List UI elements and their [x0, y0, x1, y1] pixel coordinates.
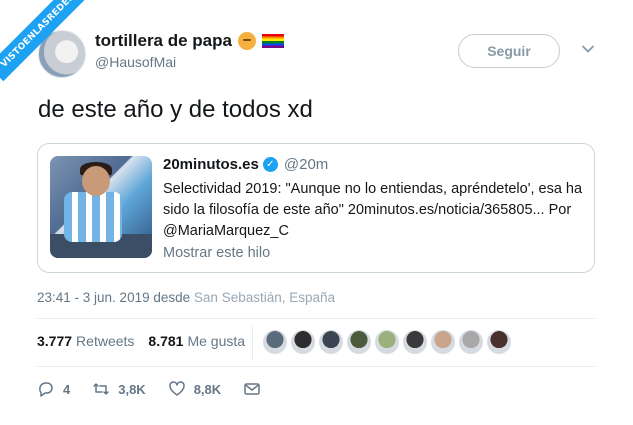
like-count: 8,8K	[193, 381, 222, 397]
quoted-tweet-header: 20minutos.es ✓ @20m	[163, 156, 328, 173]
liker-avatar[interactable]	[263, 330, 287, 354]
thinking-face-icon	[237, 32, 256, 50]
timestamp[interactable]: 23:41 - 3 jun. 2019	[37, 290, 150, 305]
like-action[interactable]: 8,8K	[168, 380, 221, 398]
tweet-text: de este año y de todos xd	[38, 96, 313, 123]
liker-avatar[interactable]	[375, 330, 399, 354]
retweet-action[interactable]: 3,8K	[92, 380, 146, 398]
chevron-down-icon[interactable]	[581, 42, 595, 56]
divider	[37, 318, 595, 319]
liker-avatar[interactable]	[347, 330, 371, 354]
direct-message-action[interactable]	[243, 380, 261, 398]
heart-icon	[168, 381, 185, 396]
show-thread-link[interactable]: Mostrar este hilo	[163, 245, 270, 261]
reply-icon	[39, 382, 53, 397]
retweet-icon	[93, 383, 109, 395]
liker-avatars	[263, 330, 511, 354]
engagement-stats: 3.777 Retweets 8.781 Me gusta	[37, 333, 245, 349]
rainbow-flag-icon	[261, 34, 284, 48]
location-link[interactable]: San Sebastián, España	[194, 290, 335, 305]
liker-avatar[interactable]	[487, 330, 511, 354]
liker-avatar[interactable]	[431, 330, 455, 354]
tweet-metadata: 23:41 - 3 jun. 2019 desde San Sebastián,…	[37, 290, 335, 305]
envelope-icon	[244, 383, 260, 395]
liker-avatar[interactable]	[319, 330, 343, 354]
verified-badge-icon: ✓	[262, 157, 278, 172]
user-header: tortillera de papa @HausofMai	[95, 31, 284, 70]
tweet-actions: 4 3,8K 8,8K	[37, 380, 283, 398]
stats-separator	[252, 325, 253, 360]
quoted-display-name[interactable]: 20minutos.es	[163, 156, 259, 173]
from-label: desde	[153, 290, 191, 305]
reply-count: 4	[63, 381, 71, 397]
quoted-tweet-image	[50, 156, 152, 258]
user-handle[interactable]: @HausofMai	[95, 54, 284, 70]
display-name[interactable]: tortillera de papa	[95, 31, 232, 51]
liker-avatar[interactable]	[459, 330, 483, 354]
likes-stat[interactable]: 8.781 Me gusta	[148, 333, 245, 349]
quoted-tweet-text: Selectividad 2019: "Aunque no lo entiend…	[163, 181, 583, 239]
quoted-handle[interactable]: @20m	[284, 156, 328, 173]
display-name-row[interactable]: tortillera de papa	[95, 31, 284, 51]
reply-action[interactable]: 4	[37, 380, 70, 398]
follow-button[interactable]: Seguir	[458, 34, 560, 68]
liker-avatar[interactable]	[403, 330, 427, 354]
retweets-stat[interactable]: 3.777 Retweets	[37, 333, 134, 349]
liker-avatar[interactable]	[291, 330, 315, 354]
retweet-count: 3,8K	[118, 381, 146, 397]
divider	[37, 366, 595, 367]
